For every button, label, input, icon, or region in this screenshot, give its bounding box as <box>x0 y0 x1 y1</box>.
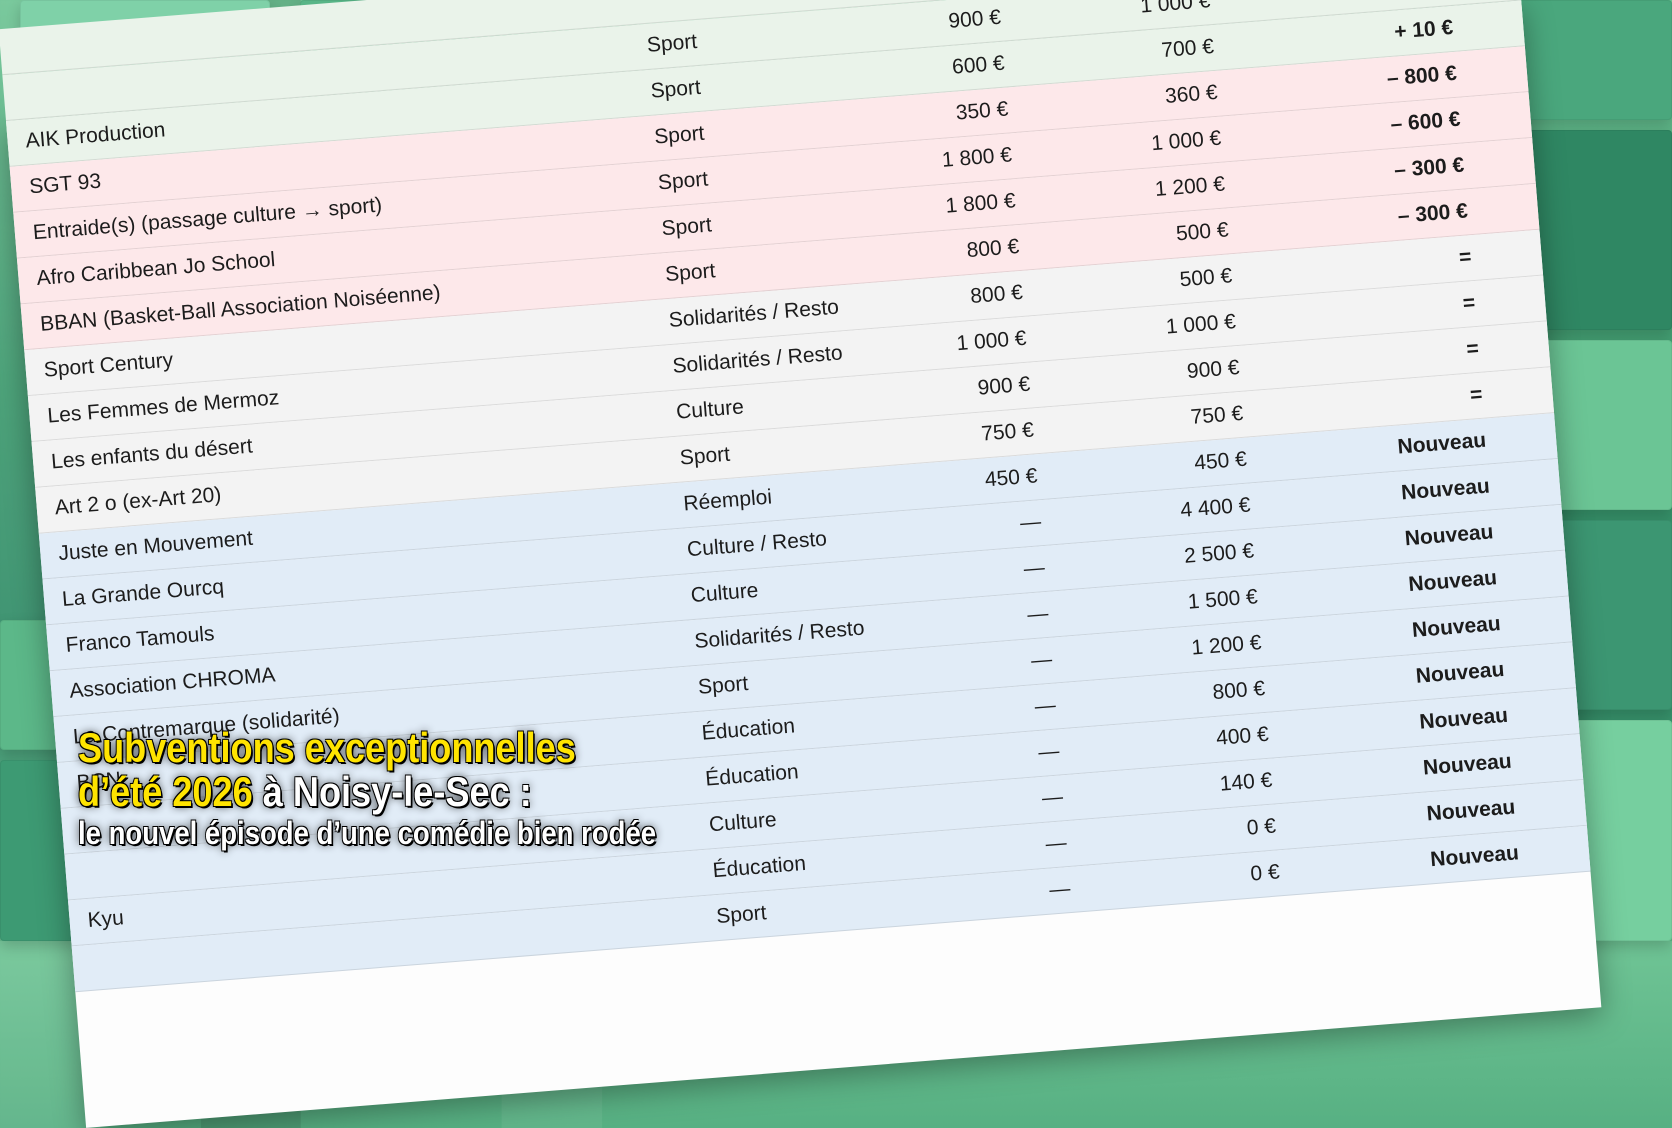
difference-cell: Nouveau <box>1429 841 1520 872</box>
previous-amount-cell: — <box>1033 693 1057 719</box>
category-cell: Réemploi <box>682 485 773 516</box>
difference-cell: + 10 € <box>1393 15 1455 44</box>
category-cell: Sport <box>657 167 709 195</box>
category-cell: Culture <box>675 395 745 424</box>
previous-amount-cell: 1 800 € <box>941 143 1013 172</box>
previous-amount-cell: — <box>1044 831 1068 856</box>
previous-amount-cell: 750 € <box>980 418 1035 446</box>
previous-amount-cell: — <box>1019 510 1042 535</box>
category-cell: Sport <box>697 671 750 699</box>
current-amount-cell: 400 € <box>1215 722 1270 750</box>
headline-line-3: le nouvel épisode d’une comédie bien rod… <box>78 815 657 851</box>
category-cell: Sport <box>646 29 698 57</box>
difference-cell: Nouveau <box>1422 749 1513 780</box>
current-amount-cell: 800 € <box>1211 676 1266 705</box>
difference-cell: Nouveau <box>1414 657 1506 688</box>
table-paper: 1 400 €1 000 €+ 100 €Sport900 €1 000 €+ … <box>0 0 1602 1128</box>
difference-cell: Nouveau <box>1407 566 1498 597</box>
current-amount-cell: 750 € <box>1189 401 1244 429</box>
category-cell: Sport <box>715 901 768 929</box>
previous-amount-cell: — <box>1022 556 1046 581</box>
difference-cell: Nouveau <box>1425 795 1517 826</box>
category-cell: Sport <box>664 259 717 287</box>
previous-amount-cell: — <box>1037 739 1061 765</box>
org-name-cell: SGT 93 <box>28 169 102 199</box>
difference-cell: = <box>1461 291 1476 315</box>
previous-amount-cell: 900 € <box>947 5 1002 33</box>
headline-line-2-white: à Noisy-le-Sec : <box>252 768 532 815</box>
org-name-cell: La Grande Ourcq <box>61 575 225 612</box>
previous-amount-cell: 600 € <box>951 51 1006 79</box>
current-amount-cell: 1 000 € <box>1139 0 1212 18</box>
previous-amount-cell: — <box>1026 601 1050 627</box>
org-name-cell: Franco Tamouls <box>64 622 216 657</box>
previous-amount-cell: — <box>1048 877 1072 902</box>
org-name-cell: Association CHROMA <box>68 663 277 703</box>
difference-cell: Nouveau <box>1411 612 1502 643</box>
category-cell: Sport <box>649 75 702 103</box>
current-amount-cell: 700 € <box>1160 34 1215 63</box>
previous-amount-cell: 350 € <box>954 97 1010 125</box>
current-amount-cell: 1 000 € <box>1150 126 1223 156</box>
current-amount-cell: 900 € <box>1186 355 1241 384</box>
current-amount-cell: 1 000 € <box>1165 310 1237 339</box>
category-cell: Solidarités / Resto <box>668 295 840 333</box>
headline-line-1: Subventions exceptionnelles <box>78 724 576 771</box>
difference-cell: = <box>1469 382 1484 407</box>
headline-line-2: d’été 2026 à Noisy-le-Sec : <box>78 770 656 814</box>
category-cell: Solidarités / Resto <box>671 341 844 378</box>
org-name-cell: Afro Caribbean Jo School <box>35 248 277 291</box>
org-name-cell: Art 2 o (ex-Art 20) <box>53 483 223 520</box>
difference-cell: = <box>1458 245 1473 270</box>
difference-cell: – 600 € <box>1389 107 1462 137</box>
current-amount-cell: 0 € <box>1249 860 1281 886</box>
previous-amount-cell: 800 € <box>965 235 1021 263</box>
difference-cell: Nouveau <box>1396 428 1487 459</box>
category-cell: Sport <box>678 442 731 470</box>
org-name-cell: Les Femmes de Mermoz <box>46 386 280 428</box>
current-amount-cell: 500 € <box>1178 264 1234 292</box>
previous-amount-cell: — <box>1041 785 1064 810</box>
difference-cell: Nouveau <box>1400 474 1491 505</box>
org-name-cell: Les enfants du désert <box>50 434 254 474</box>
current-amount-cell: 4 400 € <box>1179 493 1252 523</box>
previous-amount-cell: 900 € <box>976 372 1032 400</box>
difference-cell: Nouveau <box>1403 520 1495 551</box>
previous-amount-cell: 800 € <box>969 280 1024 309</box>
category-cell: Solidarités / Resto <box>693 616 866 653</box>
org-name-cell: Sport Century <box>42 348 174 382</box>
org-name-cell: Juste en Mouvement <box>57 526 254 566</box>
current-amount-cell: 1 200 € <box>1190 631 1263 660</box>
difference-cell: Nouveau <box>1418 703 1509 734</box>
difference-cell: – 300 € <box>1393 153 1465 182</box>
previous-amount-cell: — <box>1030 647 1053 673</box>
category-cell: Culture <box>689 578 760 608</box>
current-amount-cell: 0 € <box>1245 814 1277 840</box>
current-amount-cell: 360 € <box>1164 80 1219 108</box>
current-amount-cell: 500 € <box>1175 218 1230 246</box>
previous-amount-cell: 1 800 € <box>944 189 1017 218</box>
category-cell: Éducation <box>711 851 807 883</box>
org-name-cell: AIK Production <box>24 118 167 153</box>
current-amount-cell: 450 € <box>1193 447 1248 475</box>
current-amount-cell: 140 € <box>1218 768 1274 796</box>
current-amount-cell: 1 500 € <box>1186 585 1259 614</box>
headline-line-2-yellow: d’été 2026 <box>78 768 253 815</box>
org-name-cell: Kyu <box>86 906 125 933</box>
current-amount-cell: 2 500 € <box>1183 539 1255 568</box>
current-amount-cell: 1 200 € <box>1154 172 1226 202</box>
difference-cell: = <box>1465 336 1480 361</box>
subsidy-table-sheet: 1 400 €1 000 €+ 100 €Sport900 €1 000 €+ … <box>0 0 1602 1128</box>
category-cell: Culture / Resto <box>686 527 828 562</box>
category-cell: Sport <box>660 213 713 241</box>
difference-cell: – 800 € <box>1386 61 1458 91</box>
headline-overlay: Subventions exceptionnelles d’été 2026 à… <box>78 726 750 852</box>
previous-amount-cell: 1 000 € <box>955 326 1028 356</box>
difference-cell: – 300 € <box>1396 199 1469 228</box>
previous-amount-cell: 450 € <box>984 464 1039 492</box>
category-cell: Sport <box>653 121 706 149</box>
